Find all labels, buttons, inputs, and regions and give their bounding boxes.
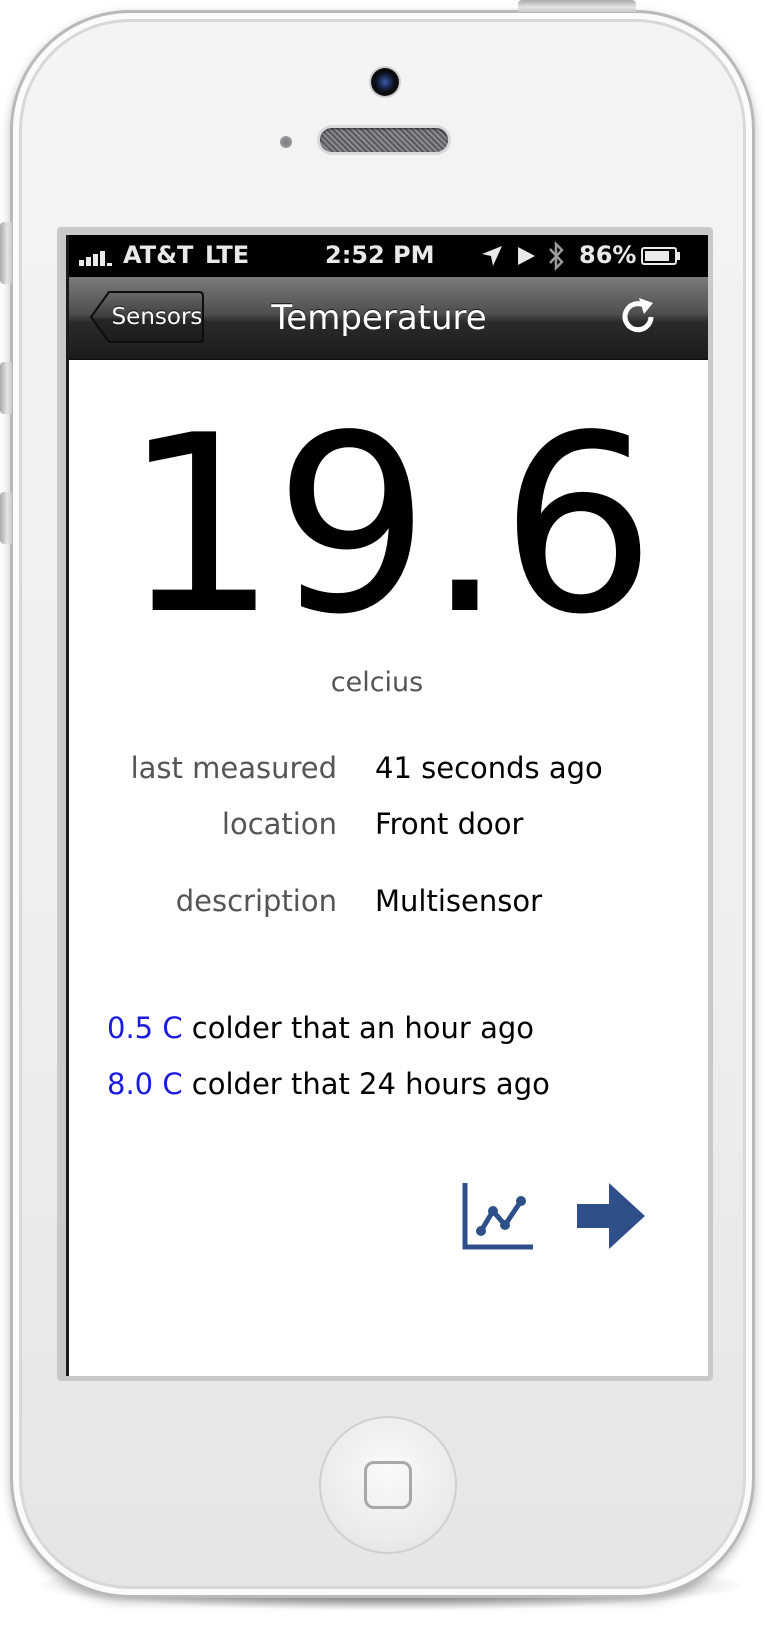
detail-value: 41 seconds ago — [375, 751, 603, 785]
detail-row-location: location Front door — [69, 807, 705, 847]
sensor-unit: celcius — [330, 667, 424, 698]
carrier-label: AT&T — [123, 241, 194, 269]
app-screen: AT&T LTE 2:52 PM 86% Sensors Temperature… — [66, 235, 708, 1376]
status-bar: AT&T LTE 2:52 PM 86% — [69, 235, 708, 277]
battery-icon — [641, 247, 677, 265]
mute-switch — [0, 222, 12, 284]
home-button[interactable] — [319, 1416, 457, 1554]
battery-tip — [677, 252, 680, 260]
comparison-hour: 0.5 C colder that an hour ago — [107, 1011, 534, 1045]
sensor-reading-value: 19.6 — [122, 383, 656, 668]
detail-row-description: description Multisensor — [69, 884, 705, 924]
navigation-bar: Sensors Temperature — [69, 277, 708, 360]
comparison-day: 8.0 C colder that 24 hours ago — [107, 1067, 550, 1101]
detail-value: Front door — [375, 807, 524, 841]
back-button-label: Sensors — [111, 304, 203, 330]
device-stage: AT&T LTE 2:52 PM 86% Sensors Temperature… — [0, 0, 765, 1630]
comparison-delta: 8.0 C — [107, 1067, 183, 1101]
battery-fill — [645, 251, 670, 261]
comparison-delta: 0.5 C — [107, 1011, 183, 1045]
earpiece-speaker — [320, 128, 448, 152]
refresh-icon[interactable] — [617, 295, 661, 339]
line-chart-icon[interactable] — [461, 1179, 535, 1253]
bluetooth-icon — [549, 241, 564, 271]
network-label: LTE — [205, 241, 250, 269]
home-square-icon — [364, 1461, 412, 1509]
play-icon — [518, 247, 535, 265]
proximity-sensor — [280, 136, 292, 148]
detail-row-last-measured: last measured 41 seconds ago — [69, 751, 705, 791]
detail-label: last measured — [130, 751, 337, 785]
front-camera — [371, 68, 399, 96]
comparison-text: colder that 24 hours ago — [182, 1067, 550, 1101]
detail-value: Multisensor — [375, 884, 542, 918]
volume-down-button — [0, 492, 12, 544]
arrow-right-icon[interactable] — [575, 1181, 647, 1251]
signal-strength-icon — [79, 248, 119, 266]
detail-label: description — [175, 884, 337, 918]
status-time: 2:52 PM — [325, 241, 435, 269]
page-title: Temperature — [271, 298, 487, 338]
detail-label: location — [221, 807, 337, 841]
power-button — [518, 0, 636, 12]
battery-percent: 86% — [579, 241, 637, 269]
comparison-text: colder that an hour ago — [182, 1011, 534, 1045]
location-arrow-icon — [482, 246, 502, 266]
back-button[interactable]: Sensors — [89, 290, 205, 344]
volume-up-button — [0, 362, 12, 414]
